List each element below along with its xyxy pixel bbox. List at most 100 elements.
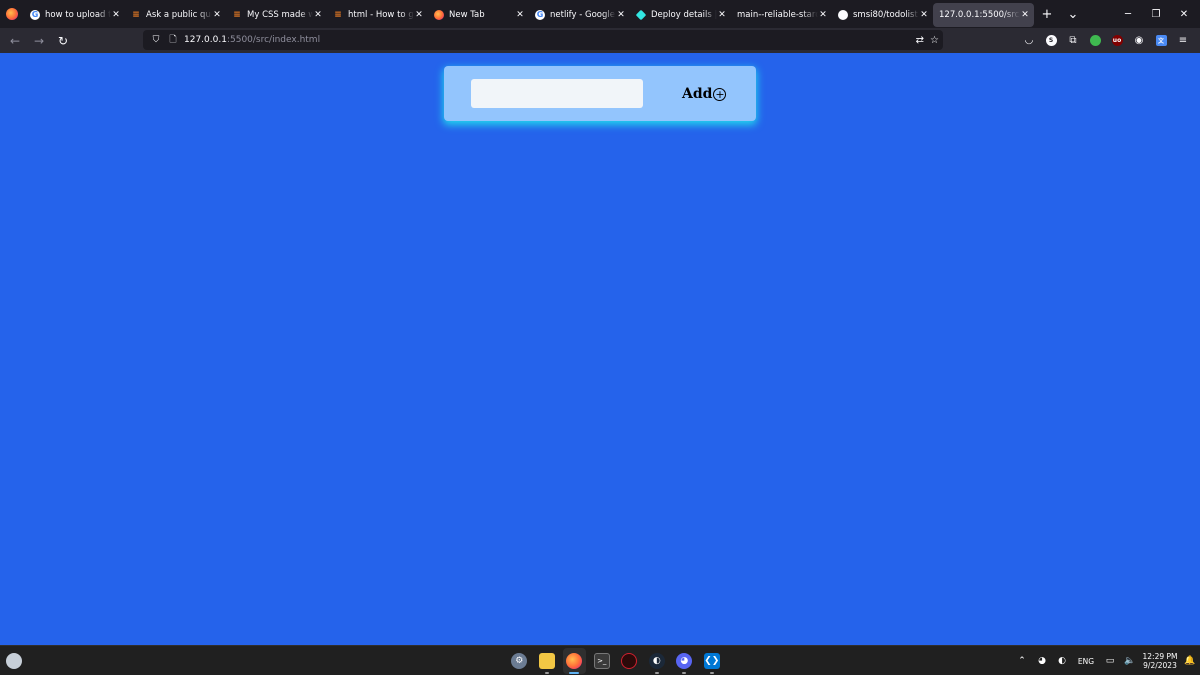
list-all-tabs-button[interactable]: ⌄ — [1060, 0, 1086, 28]
taskbar: ⚙ >_ ◐ ◕ ❮❯ ⌃ ◕ ◐ ENG ▭ 🔈 12:29 PM 9/2/2… — [0, 645, 1200, 675]
restore-icon[interactable]: ❐ — [1141, 0, 1171, 28]
todo-input[interactable] — [471, 79, 643, 108]
close-tab-icon[interactable]: ✕ — [818, 10, 828, 20]
pocket-icon[interactable]: ◡ — [1018, 28, 1040, 53]
tab-main-reliable-stardust[interactable]: main--reliable-stardust ✕ — [731, 3, 832, 27]
close-tab-icon[interactable]: ✕ — [717, 10, 727, 20]
tab-new-tab[interactable]: New Tab ✕ — [428, 3, 529, 27]
url-actions: ⇄ ☆ — [916, 30, 939, 50]
forward-arrow-icon[interactable]: → — [27, 29, 51, 53]
running-indicator — [544, 672, 549, 674]
taskbar-settings[interactable]: ⚙ — [506, 646, 534, 675]
tab-title: My CSS made with — [247, 10, 313, 20]
clock-time: 12:29 PM — [1142, 652, 1178, 661]
page-info-icon[interactable]: 🗋 — [167, 34, 179, 46]
google-icon: G — [30, 10, 40, 20]
tab-netlify-google-search[interactable]: G netlify - Google Search ✕ — [529, 3, 630, 27]
ublock-origin-icon[interactable]: uo — [1106, 28, 1128, 53]
add-circle-icon: + — [713, 87, 727, 101]
navigation-toolbar: ← → ↻ ⛉ 🗋 127.0.0.1:5500/src/index.html … — [0, 28, 1200, 53]
close-tab-icon[interactable]: ✕ — [515, 10, 525, 20]
tab-local-index[interactable]: 127.0.0.1:5500/src/index.html ✕ — [933, 3, 1034, 27]
netlify-icon — [635, 9, 647, 21]
clock[interactable]: 12:29 PM 9/2/2023 — [1140, 652, 1180, 670]
stackoverflow-icon: ≡ — [233, 10, 241, 20]
steam-icon: ◐ — [648, 653, 665, 669]
close-tab-icon[interactable]: ✕ — [212, 10, 222, 20]
language-indicator[interactable]: ENG — [1072, 657, 1100, 666]
close-tab-icon[interactable]: ✕ — [1020, 10, 1030, 20]
show-hidden-icons-chevron-icon[interactable]: ⌃ — [1012, 646, 1032, 675]
translate-extension-icon[interactable]: 文 — [1150, 28, 1172, 53]
back-arrow-icon[interactable]: ← — [3, 29, 27, 53]
minimize-icon[interactable]: ─ — [1113, 0, 1143, 28]
firefox-icon — [434, 10, 444, 20]
red-circle-app-icon — [621, 653, 638, 669]
taskbar-discord[interactable]: ◕ — [671, 646, 699, 675]
discord-icon: ◕ — [676, 653, 693, 669]
tab-title: New Tab — [449, 10, 485, 20]
close-tab-icon[interactable]: ✕ — [111, 10, 121, 20]
tracking-shield-icon[interactable]: ⛉ — [150, 34, 162, 46]
tab-title: smsi80/todolist — [853, 10, 918, 20]
tab-title: Ask a public question — [146, 10, 212, 20]
windows-logo-icon — [484, 653, 500, 669]
start-button[interactable] — [478, 646, 506, 675]
close-tab-icon[interactable]: ✕ — [616, 10, 626, 20]
taskbar-file-explorer[interactable] — [533, 646, 561, 675]
tab-ask-a-public-question[interactable]: ≡ Ask a public question ✕ — [125, 3, 226, 27]
add-button-label: Add — [682, 86, 713, 102]
running-indicator — [709, 672, 714, 674]
firefox-menu-icon[interactable] — [0, 0, 24, 28]
page-content: Add + — [0, 53, 1200, 645]
close-tab-icon[interactable]: ✕ — [414, 10, 424, 20]
reload-icon[interactable]: ↻ — [51, 29, 75, 53]
close-window-icon[interactable]: ✕ — [1169, 0, 1199, 28]
tab-my-css-made-with[interactable]: ≡ My CSS made with ✕ — [226, 3, 327, 27]
account-icon[interactable]: S — [1040, 28, 1062, 53]
tab-title: html - How to get — [348, 10, 414, 20]
running-indicator — [682, 672, 687, 674]
network-icon[interactable]: ▭ — [1100, 646, 1120, 675]
url-path: :5500/src/index.html — [226, 35, 321, 45]
app-menu-icon[interactable]: ≡ — [1172, 28, 1194, 53]
taskbar-terminal[interactable]: >_ — [588, 646, 616, 675]
add-button[interactable]: Add + — [682, 81, 727, 107]
tab-smsi80-todolist[interactable]: smsi80/todolist ✕ — [832, 3, 933, 27]
tab-title: main--reliable-stardust — [737, 10, 818, 20]
new-tab-button[interactable]: + — [1034, 0, 1060, 28]
weather-widget-icon[interactable] — [6, 653, 22, 669]
extension-mask-icon[interactable]: ◉ — [1128, 28, 1150, 53]
taskbar-app-red[interactable] — [616, 646, 644, 675]
running-indicator — [654, 672, 659, 674]
taskbar-apps: ⚙ >_ ◐ ◕ ❮❯ — [478, 646, 726, 675]
taskbar-firefox[interactable] — [561, 646, 589, 675]
translate-icon[interactable]: ⇄ — [916, 35, 924, 46]
notifications-icon[interactable]: 🔔 — [1180, 646, 1200, 675]
steam-tray-icon[interactable]: ◐ — [1052, 646, 1072, 675]
toolbar-icons: ◡ S ⧉ uo ◉ 文 ≡ — [1018, 28, 1194, 53]
settings-gear-icon: ⚙ — [511, 653, 528, 669]
taskbar-vscode[interactable]: ❮❯ — [698, 646, 726, 675]
bookmark-star-icon[interactable]: ☆ — [930, 35, 939, 46]
tab-title: Deploy details | Deploys — [651, 10, 717, 20]
discord-tray-icon[interactable]: ◕ — [1032, 646, 1052, 675]
extensions-icon[interactable]: ⧉ — [1062, 28, 1084, 53]
taskbar-steam[interactable]: ◐ — [643, 646, 671, 675]
tab-html-how-to-get[interactable]: ≡ html - How to get ✕ — [327, 3, 428, 27]
url-text[interactable]: 127.0.0.1:5500/src/index.html — [184, 35, 320, 45]
stackoverflow-icon: ≡ — [132, 10, 140, 20]
todo-form-card: Add + — [444, 66, 756, 121]
address-bar[interactable]: ⛉ 🗋 127.0.0.1:5500/src/index.html ⇄ ☆ — [143, 30, 943, 50]
google-icon: G — [535, 10, 545, 20]
firefox-icon — [566, 653, 583, 669]
tab-deploy-details[interactable]: Deploy details | Deploys ✕ — [630, 3, 731, 27]
close-tab-icon[interactable]: ✕ — [919, 10, 929, 20]
extension-green-icon[interactable] — [1084, 28, 1106, 53]
tab-title: how to upload tailwind — [45, 10, 111, 20]
vscode-icon: ❮❯ — [703, 653, 720, 669]
tab-strip: G how to upload tailwind ✕ ≡ Ask a publi… — [0, 0, 1200, 28]
tab-how-to-upload-tailwind[interactable]: G how to upload tailwind ✕ — [24, 3, 125, 27]
close-tab-icon[interactable]: ✕ — [313, 10, 323, 20]
volume-icon[interactable]: 🔈 — [1120, 646, 1140, 675]
